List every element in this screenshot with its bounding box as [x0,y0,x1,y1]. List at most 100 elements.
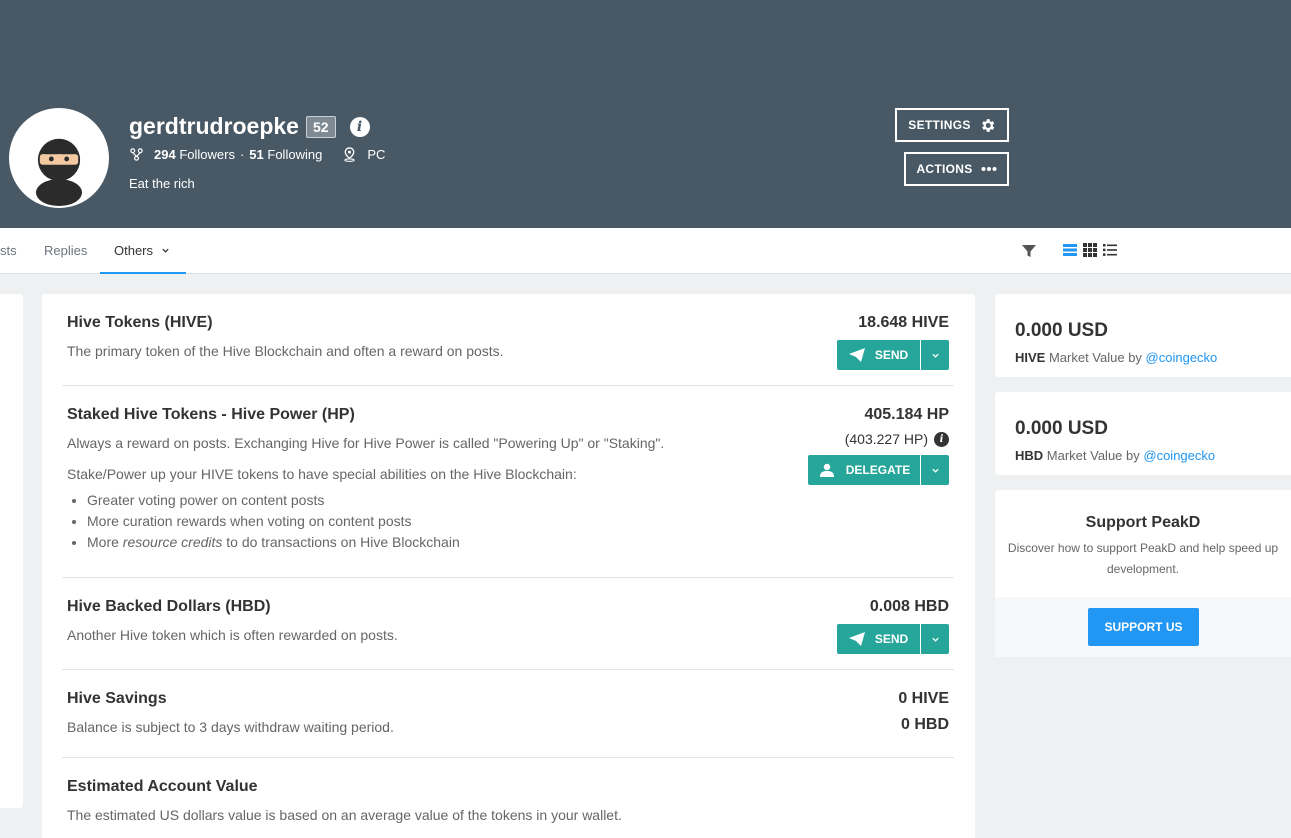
profile-header: gerdtrudroepke 52 i 294 Followers · 51 F… [0,0,1291,228]
grid-view-icon[interactable] [1083,243,1097,257]
coingecko-link[interactable]: @coingecko [1143,448,1215,463]
following-count: 51 [249,147,264,162]
paper-plane-icon [848,632,865,646]
hive-send-group: SEND [837,340,949,370]
hp-sub-amount: (403.227 HP) [844,431,928,447]
more-dots-icon [981,167,997,171]
followers-label: Followers [179,147,235,162]
list-item: Greater voting power on content posts [87,492,460,508]
profile-stats: 294 Followers · 51 Following PC [129,147,385,162]
chevron-down-icon [931,468,939,473]
hbd-send-dropdown[interactable] [921,624,949,654]
hp-desc2: Stake/Power up your HIVE tokens to have … [67,466,577,482]
hbd-market-card: 0.000 USD HBD Market Value by @coingecko [995,392,1291,475]
profile-tabs: sts Replies Others [0,228,1291,274]
hbd-send-label: SEND [874,632,909,646]
following-link[interactable]: 51 Following [249,147,322,162]
hbd-market-value: HBD Market Value by @coingecko [1015,448,1215,463]
profile-bio: Eat the rich [129,176,195,191]
view-toggle [1063,243,1117,257]
location-pin-icon [344,147,356,162]
estimated-desc: The estimated US dollars value is based … [67,807,622,823]
savings-desc: Balance is subject to 3 days withdraw wa… [67,719,394,735]
coingecko-link[interactable]: @coingecko [1146,350,1218,365]
settings-button[interactable]: SETTINGS [895,108,1009,142]
delegate-label: DELEGATE [845,463,911,477]
hp-amount: 405.184 HP [864,406,949,423]
savings-title: Hive Savings [67,690,167,707]
filter-area [1021,243,1037,259]
hp-title: Staked Hive Tokens - Hive Power (HP) [67,406,355,423]
hive-send-dropdown[interactable] [921,340,949,370]
hive-amount: 18.648 HIVE [858,314,949,331]
followers-icon [130,148,143,161]
hive-send-button[interactable]: SEND [837,340,920,370]
username: gerdtrudroepke [129,113,299,139]
bullet3-em: resource credits [122,534,223,550]
hbd-title: Hive Backed Dollars (HBD) [67,598,271,615]
info-icon[interactable]: i [349,116,370,137]
gear-icon [981,118,994,132]
hbd-send-group: SEND [837,624,949,654]
hbd-send-button[interactable]: SEND [837,624,920,654]
hive-market-card: 0.000 USD HIVE Market Value by @coingeck… [995,294,1291,377]
wallet-row-hive: Hive Tokens (HIVE) The primary token of … [62,294,954,386]
username-row: gerdtrudroepke 52 i [129,113,370,140]
wallet-card: Hive Tokens (HIVE) The primary token of … [42,294,975,838]
tab-others-label: Others [114,243,154,258]
left-sidebar-card [0,294,23,808]
settings-label: SETTINGS [908,118,971,132]
actions-button[interactable]: ACTIONS [904,152,1009,186]
location: PC [367,147,386,162]
followers-count: 294 [154,147,176,162]
stats-separator: · [239,147,245,162]
hive-send-label: SEND [874,348,909,362]
hive-usd-value: 0.000 USD [1015,320,1108,341]
delegate-button[interactable]: DELEGATE [808,455,920,485]
avatar[interactable] [9,108,109,208]
support-card: Support PeakD Discover how to support Pe… [995,490,1291,657]
list-item: More resource credits to do transactions… [87,534,460,550]
support-desc: Discover how to support PeakD and help s… [1007,541,1279,576]
hp-desc: Always a reward on posts. Exchanging Hiv… [67,435,665,451]
tab-posts[interactable]: sts [0,228,17,274]
list-view-icon[interactable] [1063,243,1077,257]
savings-hbd-amount: 0 HBD [900,716,949,733]
chevron-down-icon [931,353,939,358]
list-item: More curation rewards when voting on con… [87,513,460,529]
wallet-row-estimated: Estimated Account Value The estimated US… [62,758,954,838]
tab-others[interactable]: Others [100,228,186,274]
reputation-badge: 52 [305,115,336,138]
bullet3-prefix: More [87,534,123,550]
bullet3-suffix: to do transactions on Hive Blockchain [222,534,460,550]
ninja-avatar-icon [11,110,107,206]
info-icon[interactable]: i [934,431,949,447]
tab-replies[interactable]: Replies [44,228,87,274]
hive-title: Hive Tokens (HIVE) [67,314,213,331]
hive-token-label: HIVE [1015,350,1046,365]
hbd-token-label: HBD [1015,448,1044,463]
paper-plane-icon [848,348,865,362]
followers-link[interactable]: 294 Followers [154,147,235,162]
wallet-row-hp: Staked Hive Tokens - Hive Power (HP) Alw… [62,386,954,578]
delegate-dropdown[interactable] [921,455,949,485]
chevron-down-icon [931,637,939,642]
hbd-market-text: Market Value by [1043,448,1144,463]
hp-delegate-group: DELEGATE [808,455,949,485]
support-us-button[interactable]: SUPPORT US [1088,608,1199,646]
hbd-desc: Another Hive token which is often reward… [67,627,398,643]
hbd-amount: 0.008 HBD [869,598,949,615]
wallet-row-savings: Hive Savings Balance is subject to 3 day… [62,670,954,758]
hive-market-text: Market Value by [1045,350,1146,365]
hbd-usd-value: 0.000 USD [1015,418,1108,439]
savings-hive-amount: 0 HIVE [898,690,949,707]
support-title: Support PeakD [1085,514,1201,531]
hp-sub-amount-row: (403.227 HP) i [845,431,949,447]
wallet-row-hbd: Hive Backed Dollars (HBD) Another Hive t… [62,578,954,670]
hive-desc: The primary token of the Hive Blockchain… [67,343,504,359]
hp-benefits-list: Greater voting power on content posts Mo… [87,492,460,555]
actions-label: ACTIONS [916,162,973,176]
filter-icon[interactable] [1021,243,1037,259]
compact-list-icon[interactable] [1103,243,1117,257]
user-delegate-icon [819,463,834,477]
